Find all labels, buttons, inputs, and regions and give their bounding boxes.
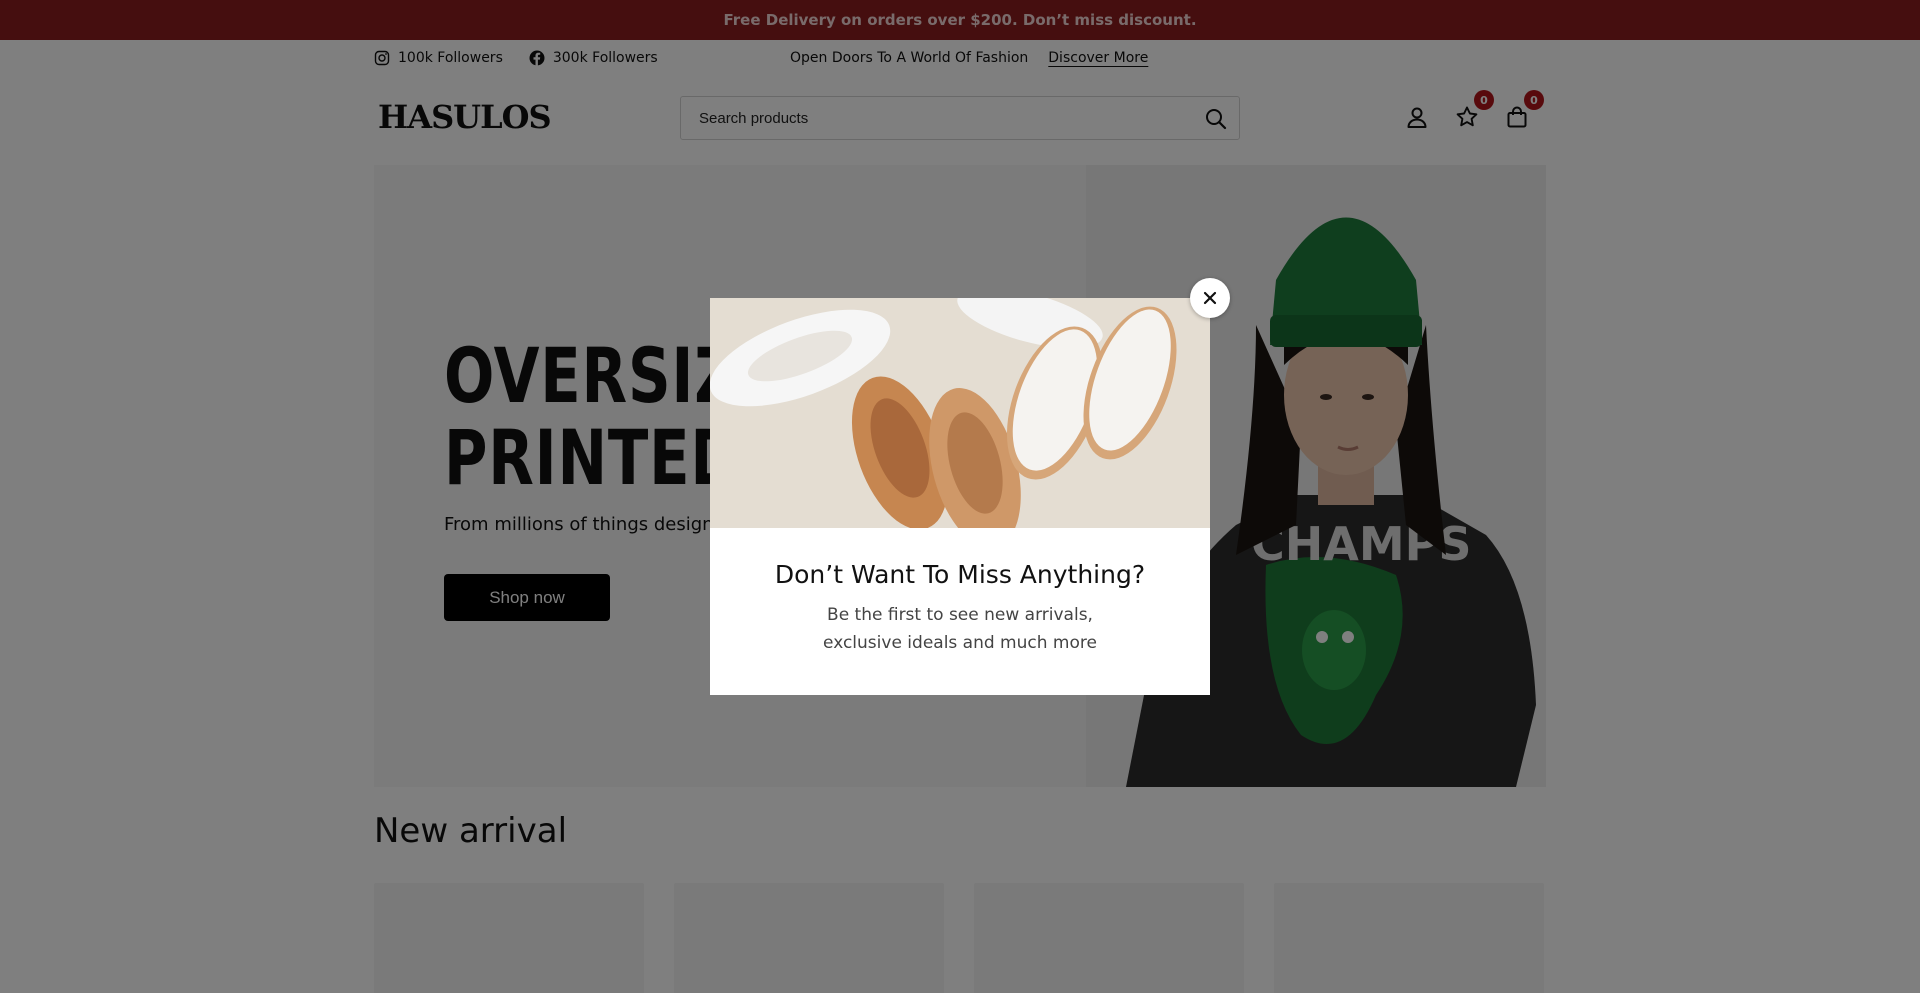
newsletter-popup: Don’t Want To Miss Anything? Be the firs…	[710, 298, 1210, 695]
popup-shoes-image	[710, 298, 1210, 528]
popup-title: Don’t Want To Miss Anything?	[774, 560, 1146, 589]
close-icon	[1203, 291, 1217, 305]
popup-description: Be the first to see new arrivals, exclus…	[823, 605, 1097, 653]
popup-close-button[interactable]	[1190, 278, 1230, 318]
